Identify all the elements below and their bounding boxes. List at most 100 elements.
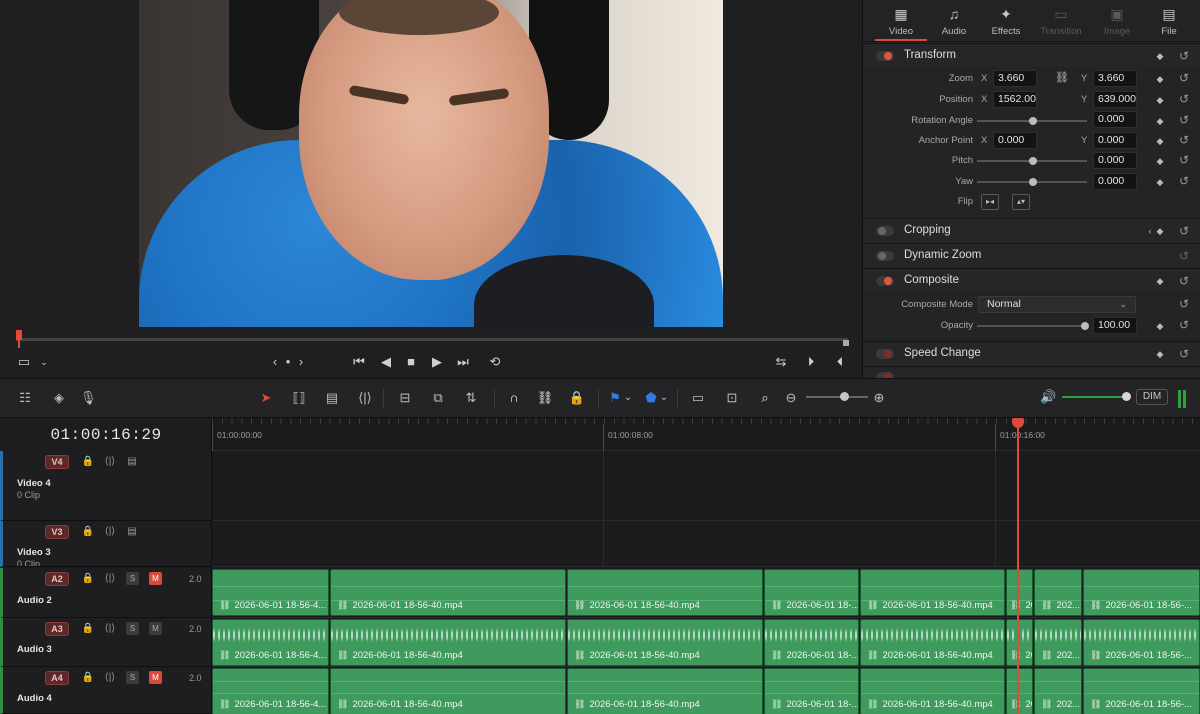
- reset-icon[interactable]: ↺: [1177, 274, 1191, 288]
- track-enable-icon[interactable]: ▤: [125, 455, 139, 469]
- trim-tool-icon[interactable]: ⟦⟧: [288, 389, 310, 407]
- yaw-field[interactable]: 0.000: [1093, 173, 1137, 190]
- audio-clip[interactable]: 2026-06-01 18-56-...: [1083, 668, 1200, 714]
- audio-clip[interactable]: 2026-06-01 18-56-...: [1083, 619, 1200, 666]
- track-id-badge[interactable]: A2: [45, 572, 69, 586]
- anchor-keyframe-icon[interactable]: ◆: [1154, 135, 1166, 147]
- auto-select-icon[interactable]: ⟨|⟩: [103, 455, 117, 469]
- volume-knob[interactable]: [1122, 392, 1131, 401]
- mute-button[interactable]: M: [149, 671, 162, 684]
- yaw-slider[interactable]: [977, 178, 1087, 186]
- lock-icon[interactable]: 🔒: [81, 525, 95, 539]
- keyframe-diamond-icon[interactable]: ◆: [1154, 275, 1166, 287]
- timeline-playhead-line[interactable]: [1017, 423, 1019, 714]
- composite-mode-icon[interactable]: ◈: [48, 389, 70, 407]
- replace-clip-icon[interactable]: ⇅: [459, 389, 483, 407]
- yaw-slider-knob[interactable]: [1029, 178, 1037, 186]
- zoom-out-icon[interactable]: ⊖: [784, 389, 798, 407]
- track-lane-v3[interactable]: [212, 521, 1200, 567]
- mute-button[interactable]: M: [149, 622, 162, 635]
- audio-clip[interactable]: 2026-06-01 18-56-40.mp4: [860, 619, 1005, 666]
- composite-mode-reset-icon[interactable]: ↺: [1177, 297, 1191, 311]
- opacity-keyframe-icon[interactable]: ◆: [1154, 320, 1166, 332]
- track-id-badge[interactable]: V3: [45, 525, 69, 539]
- tab-image[interactable]: ▣ Image: [1089, 0, 1145, 42]
- position-lock-icon[interactable]: 🔒: [568, 389, 586, 407]
- audio-clip[interactable]: 20...: [1006, 569, 1033, 616]
- track-lane-a3[interactable]: 2026-06-01 18-56-4... 2026-06-01 18-56-4…: [212, 618, 1200, 667]
- tab-audio[interactable]: ♫ Audio: [926, 0, 982, 42]
- reset-icon[interactable]: ↺: [1177, 224, 1191, 238]
- rotation-field[interactable]: 0.000: [1093, 111, 1137, 128]
- microphone-icon[interactable]: 🎙: [80, 389, 97, 407]
- marker-icon[interactable]: ⬟: [644, 389, 658, 407]
- previous-frame-icon[interactable]: ⏴: [832, 354, 848, 370]
- zoom-keyframe-icon[interactable]: ◆: [1154, 73, 1166, 85]
- tab-video[interactable]: ▦ Video: [873, 0, 929, 42]
- linked-selection-icon[interactable]: ⛓: [536, 389, 554, 407]
- speed-change-toggle[interactable]: [876, 349, 894, 359]
- zoom-x-field[interactable]: 3.660: [993, 70, 1037, 87]
- auto-select-icon[interactable]: ⟨|⟩: [103, 671, 117, 685]
- opacity-field[interactable]: 100.00: [1093, 317, 1137, 334]
- audio-clip[interactable]: 2026-06-01 18-56-40.mp4: [567, 569, 763, 616]
- loop-icon[interactable]: ⟲: [486, 354, 504, 370]
- nav-next-icon[interactable]: ›: [296, 354, 306, 370]
- timecode-display[interactable]: 01:00:16:29: [0, 426, 212, 444]
- auto-select-icon[interactable]: ⟨|⟩: [103, 622, 117, 636]
- anchor-x-field[interactable]: 0.000: [993, 132, 1037, 149]
- zoom-detail-icon[interactable]: ⊡: [720, 389, 744, 407]
- snapping-magnet-icon[interactable]: ∩: [505, 389, 523, 407]
- pitch-keyframe-icon[interactable]: ◆: [1154, 155, 1166, 167]
- track-id-badge[interactable]: A4: [45, 671, 69, 685]
- audio-clip[interactable]: 2026-06-01 18-56-40.mp4: [330, 569, 566, 616]
- volume-slider[interactable]: [1062, 396, 1126, 398]
- audio-clip[interactable]: 20...: [1006, 668, 1033, 714]
- tab-file[interactable]: ▤ File: [1141, 0, 1197, 42]
- solo-button[interactable]: S: [126, 572, 139, 585]
- nav-dot-icon[interactable]: ●: [282, 354, 294, 370]
- track-id-badge[interactable]: V4: [45, 455, 69, 469]
- track-lane-a2[interactable]: 2026-06-01 18-56-4... 2026-06-01 18-56-4…: [212, 568, 1200, 618]
- dynamic-zoom-toggle[interactable]: [876, 251, 894, 261]
- audio-clip[interactable]: 2026-06-01 18-56-40.mp4: [330, 619, 566, 666]
- play-reverse-icon[interactable]: ◀: [378, 354, 394, 370]
- dynamic-zoom-section-header[interactable]: Dynamic Zoom ↺: [863, 243, 1200, 267]
- match-frame-icon[interactable]: ⇆: [772, 354, 790, 370]
- pitch-reset-icon[interactable]: ↺: [1177, 153, 1191, 167]
- timeline-view-options-icon[interactable]: ☷: [14, 389, 36, 407]
- dim-button[interactable]: DIM: [1136, 389, 1168, 405]
- rotation-slider-knob[interactable]: [1029, 117, 1037, 125]
- track-header-v3[interactable]: V3 🔒 ⟨|⟩ ▤ Video 3 0 Clip: [0, 521, 212, 567]
- track-header-a3[interactable]: A3 🔒 ⟨|⟩ S M 2.0 Audio 3: [0, 618, 212, 667]
- keyframe-diamond-icon[interactable]: ◆: [1154, 50, 1166, 62]
- stabilization-section-header[interactable]: [863, 366, 1200, 382]
- zoom-y-field[interactable]: 3.660: [1093, 70, 1137, 87]
- tab-effects[interactable]: ✦ Effects: [978, 0, 1034, 42]
- track-header-v4[interactable]: V4 🔒 ⟨|⟩ ▤ Video 4 0 Clip: [0, 451, 212, 521]
- dynamic-trim-icon[interactable]: ▤: [321, 389, 343, 407]
- zoom-full-icon[interactable]: ▭: [686, 389, 710, 407]
- audio-clip[interactable]: 2026-06-01 18-56-40.mp4: [567, 668, 763, 714]
- audio-clip[interactable]: 2026-06-01 18-56-40.mp4: [860, 569, 1005, 616]
- opacity-slider[interactable]: [977, 322, 1089, 330]
- solo-button[interactable]: S: [126, 671, 139, 684]
- position-reset-icon[interactable]: ↺: [1177, 92, 1191, 106]
- audio-clip[interactable]: 2026-06-01 18-...: [764, 569, 859, 616]
- insert-clip-icon[interactable]: ⊟: [394, 389, 416, 407]
- opacity-slider-knob[interactable]: [1081, 322, 1089, 330]
- track-header-a4[interactable]: A4 🔒 ⟨|⟩ S M 2.0 Audio 4: [0, 667, 212, 714]
- audio-clip[interactable]: 2026-06-01 18-56-4...: [212, 569, 329, 616]
- rotation-reset-icon[interactable]: ↺: [1177, 113, 1191, 127]
- lock-icon[interactable]: 🔒: [81, 572, 95, 586]
- reset-icon[interactable]: ↺: [1177, 347, 1191, 361]
- marker-dropdown-chevron-icon[interactable]: ⌄: [659, 389, 669, 407]
- mute-button[interactable]: M: [149, 572, 162, 585]
- stop-icon[interactable]: ■: [403, 354, 419, 370]
- lock-icon[interactable]: 🔒: [81, 671, 95, 685]
- pitch-slider[interactable]: [977, 157, 1087, 165]
- opacity-reset-icon[interactable]: ↺: [1177, 318, 1191, 332]
- audio-clip[interactable]: 202...: [1034, 668, 1082, 714]
- flag-dropdown-chevron-icon[interactable]: ⌄: [623, 389, 633, 407]
- auto-select-icon[interactable]: ⟨|⟩: [103, 572, 117, 586]
